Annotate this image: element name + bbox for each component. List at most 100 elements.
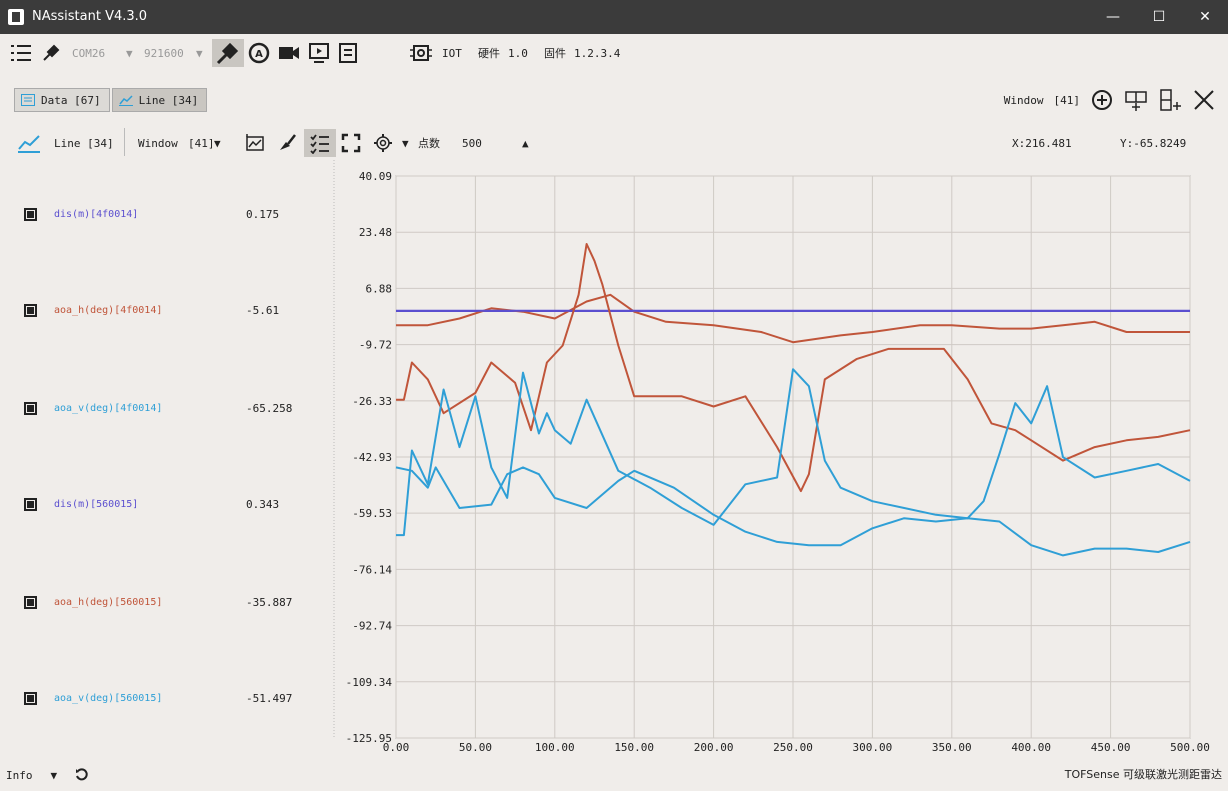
y-tick-label: -42.93 xyxy=(352,451,392,464)
series-checkbox[interactable] xyxy=(24,401,37,415)
image-export-button[interactable] xyxy=(244,129,266,157)
y-tick-label: -76.14 xyxy=(352,563,392,576)
status-product-text: TOFSense 可级联激光测距雷达 xyxy=(1064,768,1222,781)
x-tick-label: 350.00 xyxy=(932,741,972,754)
points-value[interactable]: 500 xyxy=(462,137,482,150)
series-legend: dis(m)[4f0014] 0.175 aoa_h(deg)[4f0014] … xyxy=(0,168,330,748)
window-value[interactable]: [41] xyxy=(188,137,215,150)
series-value: -5.61 xyxy=(246,303,280,317)
chart-label: Line [34] xyxy=(54,136,114,150)
connect-button[interactable] xyxy=(212,39,244,67)
legend-item[interactable]: dis(m)[560015] 0.343 xyxy=(24,494,324,514)
window-title: NAssistant V4.3.0 xyxy=(32,9,148,24)
chart-svg[interactable]: 0.00 50.00 100.00 150.00 200.00 250.00 300.00 3… xyxy=(330,160,1228,760)
x-tick-label: 500.00 xyxy=(1170,741,1210,754)
series-value: -51.497 xyxy=(246,691,293,705)
line-chart-icon xyxy=(18,135,40,153)
window-label: Window xyxy=(138,136,178,150)
y-tick-label: -125.95 xyxy=(346,732,392,745)
legend-toggle-button[interactable] xyxy=(304,129,336,157)
tab-data[interactable]: Data [67] xyxy=(14,88,110,112)
series-checkbox[interactable] xyxy=(24,497,37,511)
window-select-value[interactable]: [41] xyxy=(1054,94,1081,107)
legend-item[interactable]: aoa_h(deg)[560015] -35.887 xyxy=(24,592,324,612)
points-label: 点数 xyxy=(418,137,440,150)
baud-dropdown-arrow-icon[interactable]: ▼ xyxy=(126,47,133,60)
legend-item[interactable]: aoa_h(deg)[4f0014] -5.61 xyxy=(24,300,324,320)
series-checkbox[interactable] xyxy=(24,691,37,705)
gear-icon xyxy=(374,134,392,152)
x-tick-label: 400.00 xyxy=(1011,741,1051,754)
fullscreen-button[interactable] xyxy=(340,129,362,157)
x-tick-label: 450.00 xyxy=(1091,741,1131,754)
legend-item[interactable]: aoa_v(deg)[560015] -51.497 xyxy=(24,688,324,708)
series-checkbox[interactable] xyxy=(24,207,37,221)
y-tick-label: -92.74 xyxy=(352,620,392,633)
checklist-icon xyxy=(310,134,329,154)
settings-dropdown-icon[interactable]: ▼ xyxy=(402,137,409,150)
series-name: aoa_h(deg)[560015] xyxy=(54,596,163,608)
split-horizontal-icon[interactable] xyxy=(1124,88,1148,112)
x-tick-label: 300.00 xyxy=(853,741,893,754)
device-type: IOT xyxy=(442,46,462,60)
settings-button[interactable] xyxy=(372,129,394,157)
auto-refresh-icon: A xyxy=(248,42,270,64)
port-select[interactable]: COM26 xyxy=(72,47,105,60)
svg-text:A: A xyxy=(255,49,263,60)
data-table-icon xyxy=(21,94,35,106)
plug-button[interactable] xyxy=(38,39,64,67)
clear-button[interactable] xyxy=(276,129,298,157)
hardware-label: 硬件 xyxy=(478,47,500,60)
list-menu-icon xyxy=(11,45,31,61)
app-logo-icon xyxy=(8,9,24,25)
window-dropdown-icon[interactable]: ▼ xyxy=(214,137,221,150)
refresh-icon[interactable] xyxy=(75,768,89,782)
maximize-button[interactable]: ☐ xyxy=(1136,0,1182,34)
status-bar: Info ▼ TOFSense 可级联激光测距雷达 xyxy=(0,760,1228,791)
add-circle-icon[interactable] xyxy=(1090,88,1114,112)
image-chart-icon xyxy=(246,134,264,151)
split-vertical-icon[interactable] xyxy=(1158,88,1182,112)
status-dropdown-icon[interactable]: ▼ xyxy=(51,769,58,782)
close-button[interactable]: ✕ xyxy=(1182,0,1228,34)
menu-button[interactable] xyxy=(8,39,34,67)
hardware-version: 1.0 xyxy=(508,46,528,60)
y-tick-label: -59.53 xyxy=(352,507,392,520)
chip-icon-wrap xyxy=(408,39,434,67)
tab-data-label: Data [67] xyxy=(41,93,101,107)
series-name: aoa_v(deg)[4f0014] xyxy=(54,402,163,414)
points-spin-up-icon[interactable]: ▲ xyxy=(522,137,529,150)
series-value: -35.887 xyxy=(246,595,293,609)
play-button[interactable] xyxy=(306,39,332,67)
legend-item[interactable]: aoa_v(deg)[4f0014] -65.258 xyxy=(24,398,324,418)
x-readout: X:216.481 xyxy=(1012,136,1072,150)
line-chart-icon xyxy=(118,95,133,106)
y-tick-label: -109.34 xyxy=(346,676,393,689)
auto-button[interactable]: A xyxy=(246,39,272,67)
y-tick-label: -26.33 xyxy=(352,395,392,408)
firmware-label: 固件 xyxy=(544,47,566,60)
tab-line[interactable]: Line [34] xyxy=(111,88,208,112)
line-chart[interactable]: 0.00 50.00 100.00 150.00 200.00 250.00 300.00 3… xyxy=(330,160,1228,760)
series-value: 0.343 xyxy=(246,497,280,511)
series-name: dis(m)[4f0014] xyxy=(54,208,139,220)
series-name: dis(m)[560015] xyxy=(54,498,139,510)
chip-icon xyxy=(410,45,432,61)
legend-item[interactable]: dis(m)[4f0014] 0.175 xyxy=(24,204,324,224)
chart-type-icon-wrap[interactable] xyxy=(16,129,42,157)
record-button[interactable] xyxy=(276,39,302,67)
x-tick-label: 50.00 xyxy=(459,741,492,754)
window-select-label: Window xyxy=(1003,93,1044,107)
log-button[interactable] xyxy=(336,39,362,67)
baud-select[interactable]: 921600 xyxy=(144,47,184,60)
connect-plug-icon xyxy=(216,42,239,65)
series-name: aoa_v(deg)[560015] xyxy=(54,692,163,704)
minimize-button[interactable]: — xyxy=(1090,0,1136,34)
close-window-icon[interactable] xyxy=(1192,88,1216,112)
baud-dropdown-icon[interactable]: ▼ xyxy=(196,47,203,60)
x-tick-label: 250.00 xyxy=(773,741,813,754)
series-checkbox[interactable] xyxy=(24,595,37,609)
x-tick-label: 200.00 xyxy=(694,741,734,754)
title-bar: NAssistant V4.3.0 — ☐ ✕ xyxy=(0,0,1228,34)
series-checkbox[interactable] xyxy=(24,303,37,317)
